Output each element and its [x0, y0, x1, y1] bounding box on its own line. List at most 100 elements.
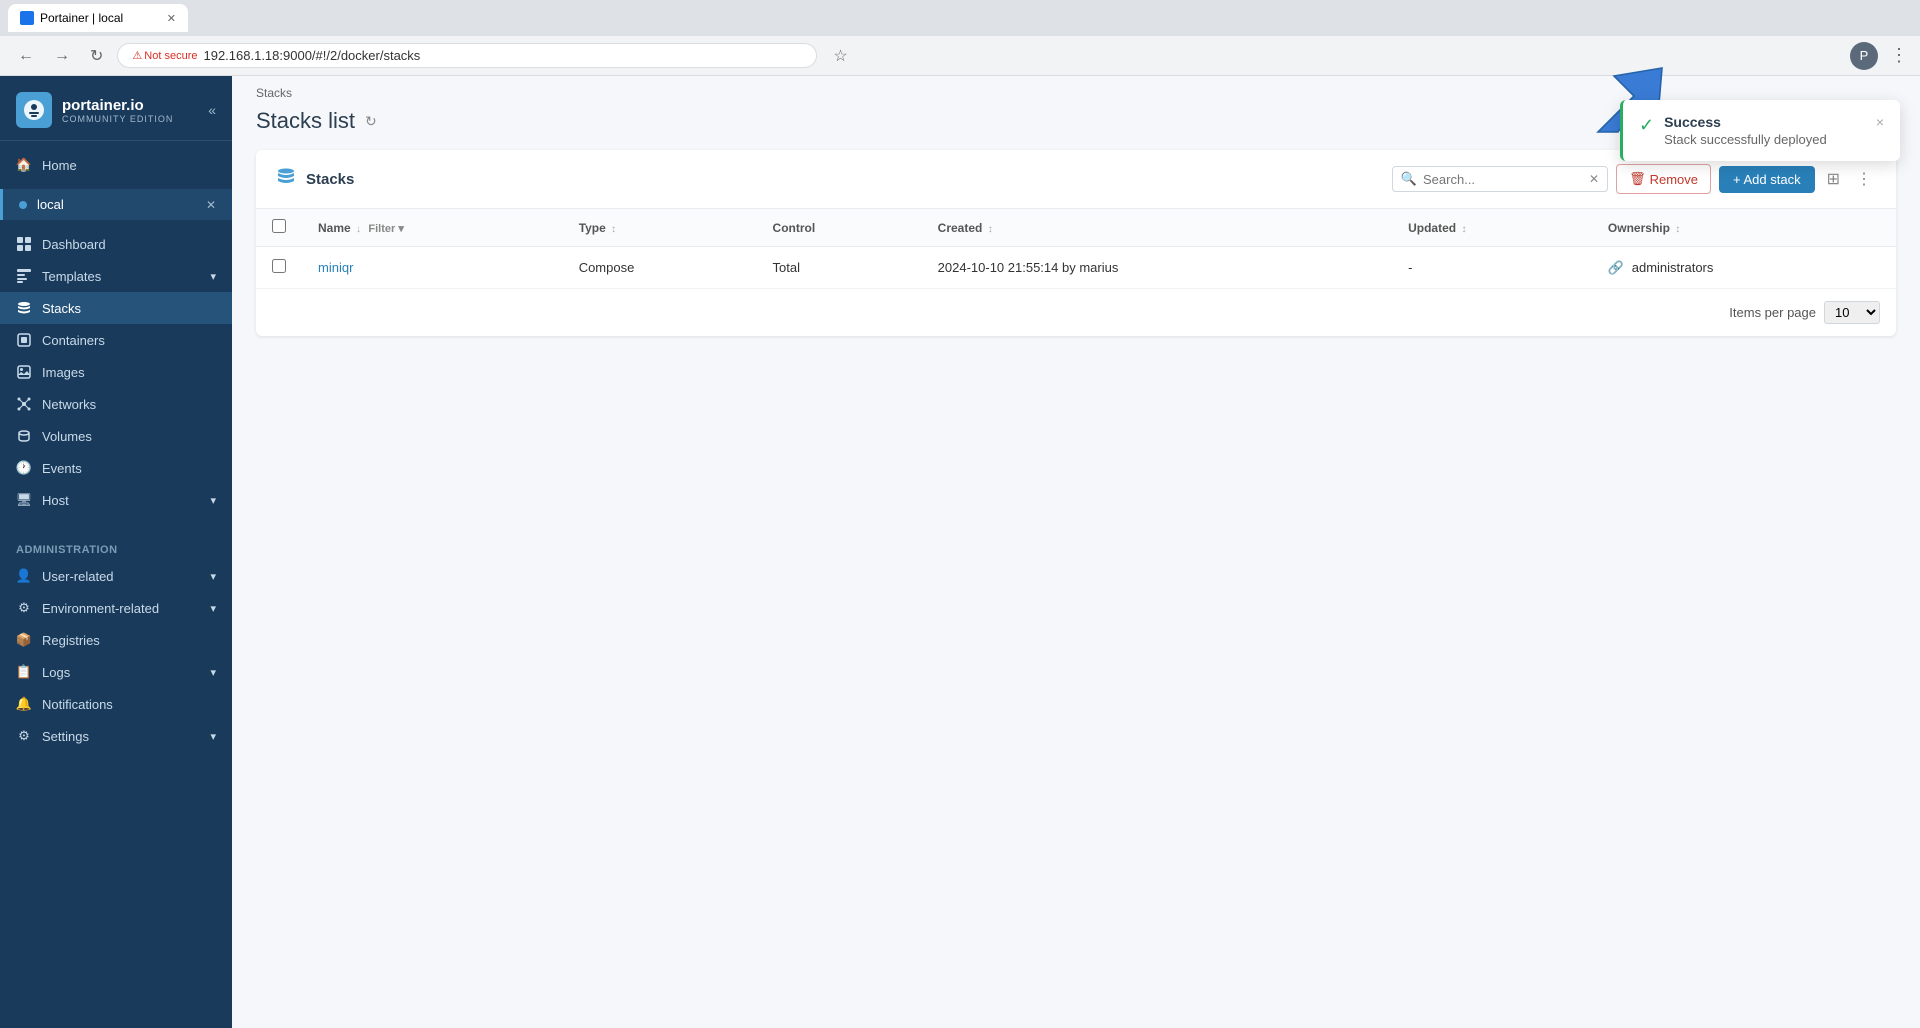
- back-btn[interactable]: ←: [12, 43, 40, 69]
- sidebar-collapse-btn[interactable]: «: [208, 102, 216, 118]
- created-sort-icon[interactable]: ↕: [988, 224, 993, 235]
- pagination: Items per page 10 25 50 100: [256, 289, 1896, 336]
- sidebar-logo: portainer.io Community Edition «: [0, 76, 232, 141]
- notification-close-btn[interactable]: ×: [1876, 114, 1884, 130]
- registries-label: Registries: [42, 633, 100, 648]
- user-related-chevron: ▾: [210, 570, 216, 583]
- page-refresh-btn[interactable]: ↻: [365, 113, 377, 130]
- sidebar-item-env-related[interactable]: ⚙ Environment-related ▾: [0, 592, 232, 624]
- updated-sort-icon[interactable]: ↕: [1461, 224, 1466, 235]
- bookmark-icon[interactable]: ☆: [833, 46, 847, 66]
- sidebar-item-notifications[interactable]: 🔔 Notifications: [0, 688, 232, 720]
- select-all-checkbox[interactable]: [272, 219, 286, 233]
- tab-favicon: [20, 11, 34, 25]
- registries-icon: 📦: [16, 632, 32, 648]
- sidebar-item-volumes[interactable]: Volumes: [0, 420, 232, 452]
- stacks-label: Stacks: [42, 301, 81, 316]
- search-input[interactable]: [1423, 172, 1583, 187]
- user-related-label: User-related: [42, 569, 114, 584]
- environment-item[interactable]: local ✕: [0, 189, 232, 220]
- sidebar-item-networks[interactable]: Networks: [0, 388, 232, 420]
- forward-btn[interactable]: →: [48, 43, 76, 69]
- remove-icon: 🗑: [1629, 171, 1646, 187]
- panel-actions: 🔍 ✕ 🗑 Remove + Add stack ⊞ ⋮: [1392, 164, 1876, 194]
- search-box[interactable]: 🔍 ✕: [1392, 166, 1608, 192]
- templates-chevron: ▾: [210, 270, 216, 283]
- more-options-btn[interactable]: ⋮: [1852, 165, 1876, 193]
- tab-title: Portainer | local: [40, 11, 123, 25]
- host-chevron: ▾: [210, 494, 216, 507]
- sidebar-item-host[interactable]: 🖥 Host ▾: [0, 484, 232, 516]
- stacks-panel-icon: [276, 167, 296, 192]
- sidebar-item-events[interactable]: 🕐 Events: [0, 452, 232, 484]
- notification-overlay: ✓ Success Stack successfully deployed ×: [1620, 100, 1900, 161]
- items-per-page-select[interactable]: 10 25 50 100: [1824, 301, 1880, 324]
- browser-tab[interactable]: Portainer | local ✕: [8, 4, 188, 32]
- security-indicator: ⚠ Not secure: [132, 49, 197, 62]
- ownership-value: administrators: [1632, 260, 1714, 275]
- remove-label: Remove: [1650, 172, 1698, 187]
- dashboard-label: Dashboard: [42, 237, 106, 252]
- logs-chevron: ▾: [210, 666, 216, 679]
- add-stack-label: + Add stack: [1733, 172, 1801, 187]
- browser-chrome: Portainer | local ✕: [0, 0, 1920, 36]
- tab-close-btn[interactable]: ✕: [167, 12, 176, 25]
- table-row: miniqr Compose Total 2024-10-10 21:55:14…: [256, 247, 1896, 289]
- env-close-btn[interactable]: ✕: [206, 198, 216, 212]
- sidebar-item-user-related[interactable]: 👤 User-related ▾: [0, 560, 232, 592]
- sidebar: portainer.io Community Edition « 🏠 Home …: [0, 76, 232, 1028]
- type-sort-icon[interactable]: ↕: [611, 224, 616, 235]
- col-ownership: Ownership ↕: [1592, 209, 1896, 247]
- more-btn[interactable]: ⋮: [1890, 45, 1908, 66]
- events-label: Events: [42, 461, 82, 476]
- main-content: Stacks Stacks list ↻ Stacks 🔍: [232, 76, 1920, 1028]
- ownership-sort-icon[interactable]: ↕: [1675, 224, 1680, 235]
- col-created-label: Created: [938, 221, 983, 235]
- name-filter-btn[interactable]: Filter ▾: [368, 223, 403, 235]
- remove-button[interactable]: 🗑 Remove: [1616, 164, 1711, 194]
- settings-label: Settings: [42, 729, 89, 744]
- sidebar-item-registries[interactable]: 📦 Registries: [0, 624, 232, 656]
- app-container: portainer.io Community Edition « 🏠 Home …: [0, 76, 1920, 1028]
- containers-label: Containers: [42, 333, 105, 348]
- row-type-cell: Compose: [563, 247, 757, 289]
- address-bar[interactable]: ⚠ Not secure 192.168.1.18:9000/#!/2/dock…: [117, 43, 817, 68]
- sidebar-item-stacks[interactable]: Stacks: [0, 292, 232, 324]
- address-text: 192.168.1.18:9000/#!/2/docker/stacks: [203, 48, 420, 63]
- items-per-page-label: Items per page: [1729, 305, 1816, 320]
- stack-name-link[interactable]: miniqr: [318, 260, 353, 275]
- row-checkbox[interactable]: [272, 259, 286, 273]
- sidebar-item-images[interactable]: Images: [0, 356, 232, 388]
- logo-text: portainer.io Community Edition: [62, 97, 173, 124]
- refresh-btn[interactable]: ↻: [84, 42, 109, 70]
- dashboard-icon: [16, 236, 32, 252]
- notification-title: Success: [1664, 114, 1866, 130]
- sidebar-admin-section: Administration 👤 User-related ▾ ⚙ Enviro…: [0, 524, 232, 760]
- volumes-icon: [16, 428, 32, 444]
- sidebar-item-templates[interactable]: Templates ▾: [0, 260, 232, 292]
- host-label: Host: [42, 493, 69, 508]
- logo-sub: Community Edition: [62, 114, 173, 124]
- columns-btn[interactable]: ⊞: [1823, 165, 1844, 193]
- sidebar-item-containers[interactable]: Containers: [0, 324, 232, 356]
- profile-icon[interactable]: P: [1850, 42, 1878, 70]
- logo-icon: [16, 92, 52, 128]
- containers-icon: [16, 332, 32, 348]
- sidebar-item-dashboard[interactable]: Dashboard: [0, 228, 232, 260]
- events-icon: 🕐: [16, 460, 32, 476]
- col-type: Type ↕: [563, 209, 757, 247]
- search-clear-btn[interactable]: ✕: [1589, 172, 1599, 186]
- add-stack-button[interactable]: + Add stack: [1719, 166, 1815, 193]
- sidebar-item-home[interactable]: 🏠 Home: [0, 149, 232, 181]
- name-sort-icon[interactable]: ↓: [356, 224, 361, 235]
- admin-section-header: Administration: [0, 532, 232, 560]
- sidebar-item-logs[interactable]: 📋 Logs ▾: [0, 656, 232, 688]
- select-all-header: [256, 209, 302, 247]
- sidebar-item-settings[interactable]: ⚙ Settings ▾: [0, 720, 232, 752]
- stacks-panel: Stacks 🔍 ✕ 🗑 Remove + Add stack ⊞: [256, 150, 1896, 336]
- col-name: Name ↓ Filter ▾: [302, 209, 563, 247]
- env-related-icon: ⚙: [16, 600, 32, 616]
- home-label: Home: [42, 158, 77, 173]
- table-header-row: Name ↓ Filter ▾ Type ↕ Control: [256, 209, 1896, 247]
- networks-label: Networks: [42, 397, 96, 412]
